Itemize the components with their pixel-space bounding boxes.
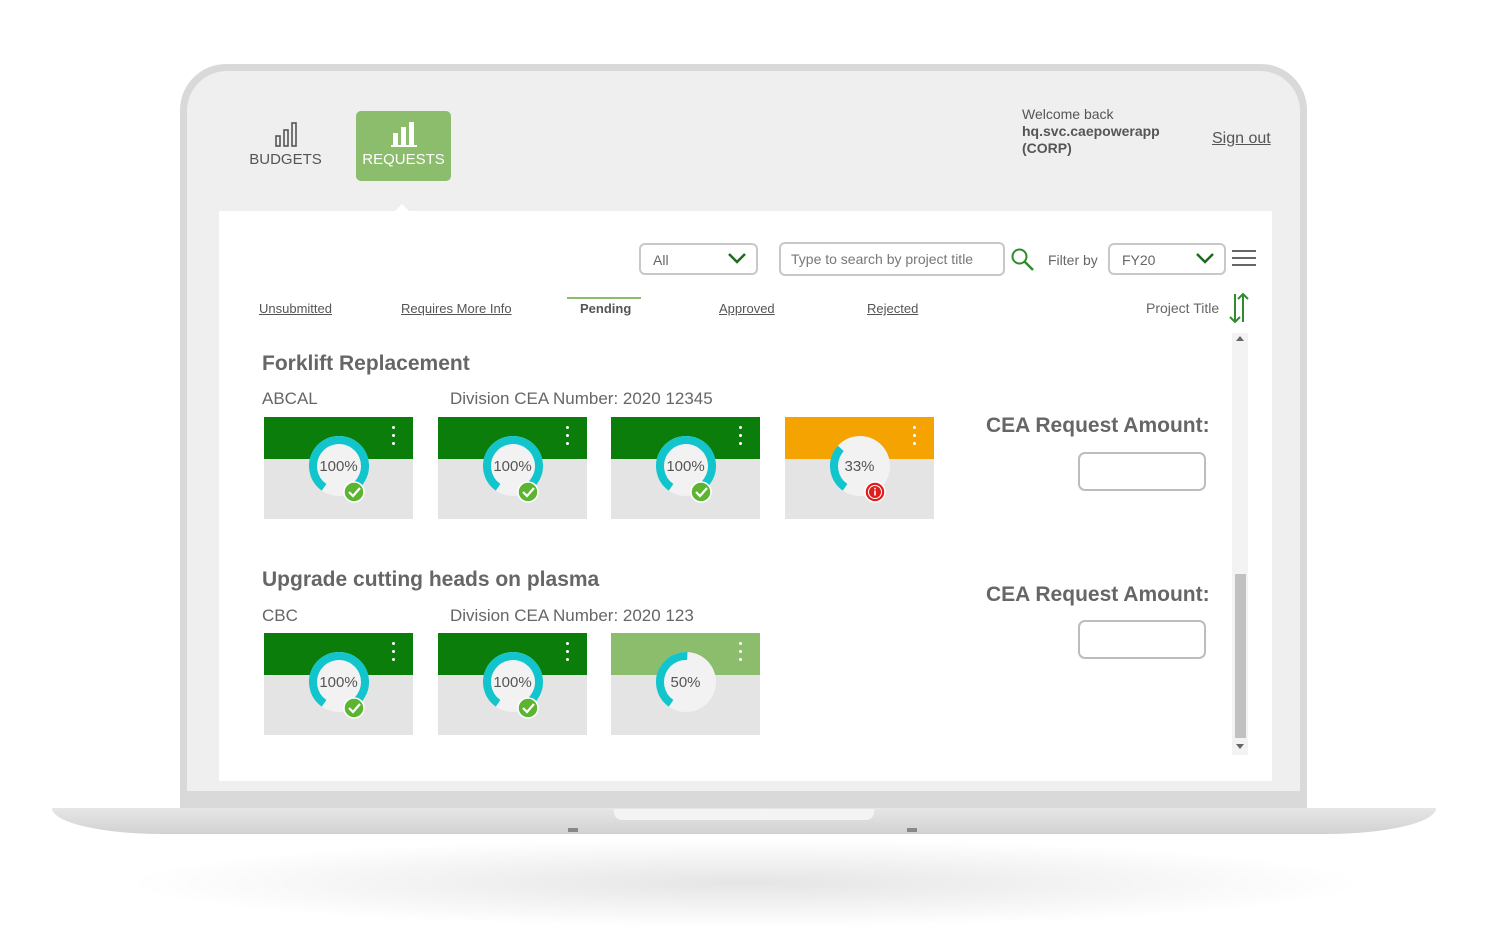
progress-card[interactable]: 50% bbox=[611, 633, 760, 735]
user-domain: (CORP) bbox=[1022, 140, 1072, 156]
laptop-foot bbox=[568, 828, 578, 832]
more-options-icon[interactable] bbox=[392, 642, 396, 666]
progress-percent: 100% bbox=[493, 458, 532, 475]
chevron-down-icon bbox=[728, 253, 746, 264]
status-tab-approved[interactable]: Approved bbox=[719, 301, 775, 316]
cea-amount-label: CEA Request Amount: bbox=[986, 583, 1210, 606]
progress-percent: 100% bbox=[319, 458, 358, 475]
progress-card[interactable]: 33% bbox=[785, 417, 934, 519]
scroll-down-arrow[interactable] bbox=[1236, 744, 1244, 749]
progress-percent: 100% bbox=[493, 674, 532, 691]
status-tab-pending[interactable]: Pending bbox=[580, 301, 631, 316]
progress-card[interactable]: 100% bbox=[264, 417, 413, 519]
laptop-notch bbox=[614, 809, 874, 820]
bar-chart-icon bbox=[390, 122, 417, 147]
project-division: CBC bbox=[262, 606, 298, 625]
status-tab-rejected[interactable]: Rejected bbox=[867, 301, 918, 316]
project-title: Forklift Replacement bbox=[262, 352, 470, 375]
progress-card[interactable]: 100% bbox=[264, 633, 413, 735]
search-input[interactable] bbox=[779, 242, 1005, 276]
cea-amount-input[interactable] bbox=[1078, 620, 1206, 659]
alert-icon bbox=[864, 481, 886, 503]
check-icon bbox=[343, 697, 365, 719]
status-tab-requires-more-info[interactable]: Requires More Info bbox=[401, 301, 512, 316]
progress-card[interactable]: 100% bbox=[438, 633, 587, 735]
progress-percent: 33% bbox=[844, 458, 875, 475]
scrollbar-thumb[interactable] bbox=[1235, 574, 1246, 738]
more-options-icon[interactable] bbox=[913, 426, 917, 450]
sort-label: Project Title bbox=[1146, 300, 1220, 316]
check-icon bbox=[690, 481, 712, 503]
tab-budgets-label: BUDGETS bbox=[249, 151, 322, 168]
progress-percent: 50% bbox=[670, 674, 701, 691]
fiscal-year-select[interactable]: FY20 bbox=[1108, 243, 1226, 275]
laptop-shadow bbox=[120, 838, 1370, 928]
search-icon[interactable] bbox=[1010, 247, 1036, 273]
check-icon bbox=[343, 481, 365, 503]
username: hq.svc.caepowerapp bbox=[1022, 123, 1160, 139]
project-cea-number: Division CEA Number: 2020 12345 bbox=[450, 389, 713, 408]
progress-card[interactable]: 100% bbox=[438, 417, 587, 519]
sort-icon[interactable] bbox=[1228, 292, 1250, 324]
user-info: Welcome back hq.svc.caepowerapp (CORP) bbox=[1022, 106, 1160, 157]
check-icon bbox=[517, 481, 539, 503]
more-options-icon[interactable] bbox=[739, 642, 743, 666]
more-options-icon[interactable] bbox=[392, 426, 396, 450]
cea-amount-label: CEA Request Amount: bbox=[986, 414, 1210, 437]
more-options-icon[interactable] bbox=[566, 426, 570, 450]
laptop-foot bbox=[907, 828, 917, 832]
progress-percent: 100% bbox=[666, 458, 705, 475]
cea-amount-input[interactable] bbox=[1078, 452, 1206, 491]
filter-label: Filter by bbox=[1048, 252, 1098, 268]
project-title: Upgrade cutting heads on plasma bbox=[262, 568, 600, 591]
fiscal-year-value: FY20 bbox=[1122, 252, 1156, 268]
welcome-text: Welcome back bbox=[1022, 106, 1114, 122]
more-options-icon[interactable] bbox=[566, 642, 570, 666]
status-tab-unsubmitted[interactable]: Unsubmitted bbox=[259, 301, 332, 316]
active-status-indicator bbox=[567, 297, 641, 299]
project-cea-number: Division CEA Number: 2020 123 bbox=[450, 606, 694, 625]
signout-link[interactable]: Sign out bbox=[1212, 130, 1271, 148]
more-options-icon[interactable] bbox=[739, 426, 743, 450]
tab-requests-label: REQUESTS bbox=[362, 151, 445, 168]
chevron-down-icon bbox=[1196, 253, 1214, 264]
hamburger-menu-icon[interactable] bbox=[1232, 250, 1256, 271]
check-icon bbox=[517, 697, 539, 719]
tab-budgets[interactable]: BUDGETS bbox=[238, 111, 333, 181]
scroll-up-arrow[interactable] bbox=[1236, 336, 1244, 341]
progress-percent: 100% bbox=[319, 674, 358, 691]
tab-requests[interactable]: REQUESTS bbox=[356, 111, 451, 181]
status-select-value: All bbox=[653, 252, 669, 268]
project-division: ABCAL bbox=[262, 389, 318, 408]
status-select[interactable]: All bbox=[639, 243, 758, 275]
bar-chart-icon bbox=[274, 122, 297, 147]
progress-card[interactable]: 100% bbox=[611, 417, 760, 519]
